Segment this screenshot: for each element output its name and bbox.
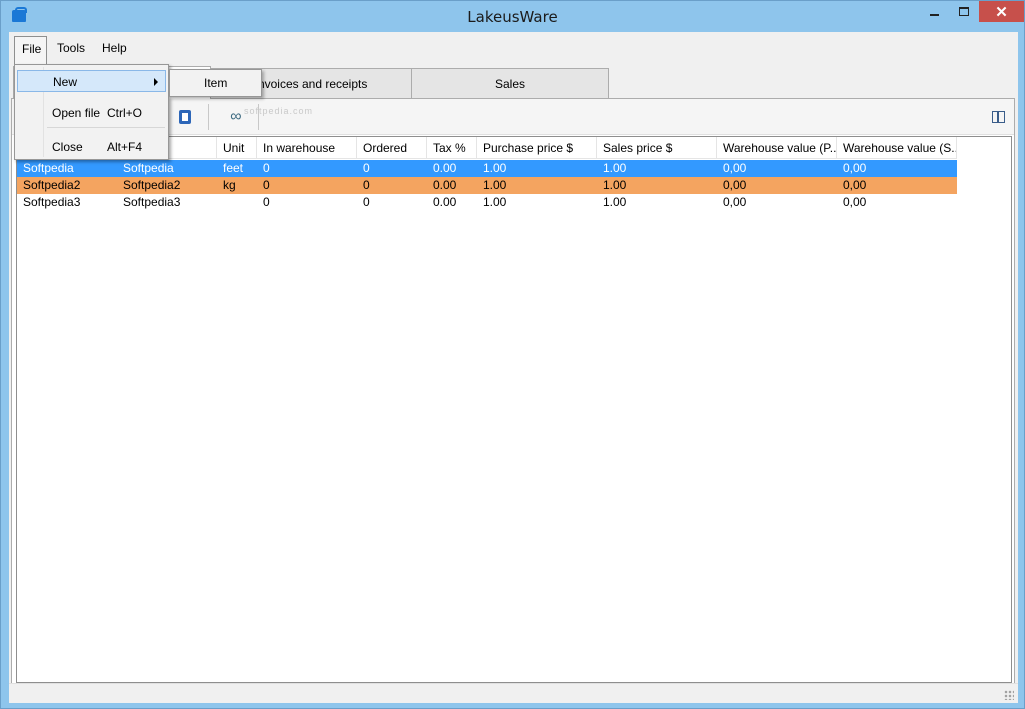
main-window: LakeusWare ✕ File Tools Help Invoices an… <box>0 0 1025 709</box>
table-cell: Softpedia2 <box>23 178 81 192</box>
table-cell: Softpedia3 <box>23 195 81 209</box>
column-header[interactable]: Warehouse value (P... <box>717 137 837 159</box>
table-row[interactable]: Softpedia3 Softpedia3 0 0 0.00 1.00 1.00… <box>17 194 957 211</box>
table-cell: Softpedia <box>123 161 174 175</box>
table-cell: feet <box>223 161 244 175</box>
view-button[interactable]: ∞ <box>224 106 246 128</box>
menu-item-open-file[interactable]: Open file Ctrl+O <box>17 102 166 124</box>
table-cell: kg <box>223 178 236 192</box>
minimize-button[interactable] <box>921 1 948 22</box>
column-header[interactable]: In warehouse <box>257 137 357 159</box>
table-cell: 0 <box>363 178 370 192</box>
table-cell: 1.00 <box>483 195 507 209</box>
items-panel: ∞ softpedia.com n Unit In warehouse Orde… <box>11 98 1015 685</box>
table-cell: 0 <box>363 161 370 175</box>
table-cell: 1.00 <box>603 178 627 192</box>
menu-separator <box>47 127 165 128</box>
table-cell: 0.00 <box>433 161 457 175</box>
watermark: softpedia.com <box>244 106 314 116</box>
submenu-item-item[interactable]: Item <box>204 76 227 90</box>
table-cell <box>217 194 257 211</box>
table-cell: 1.00 <box>483 178 507 192</box>
menu-item-new[interactable]: New <box>17 70 166 92</box>
menu-help[interactable]: Help <box>95 36 134 60</box>
window-title: LakeusWare <box>467 8 558 26</box>
column-header[interactable]: Tax % <box>427 137 477 159</box>
column-header[interactable]: Purchase price $ <box>477 137 597 159</box>
menu-bar: File Tools Help <box>9 32 1018 65</box>
items-grid[interactable]: n Unit In warehouse Ordered Tax % Purcha… <box>16 136 1012 683</box>
tab-sales[interactable]: Sales <box>411 68 609 99</box>
table-cell: 0 <box>263 178 270 192</box>
size-grip-icon[interactable] <box>1004 690 1014 700</box>
table-cell: 0,00 <box>843 195 867 209</box>
table-row[interactable]: Softpedia2 Softpedia2 kg 0 0 0.00 1.00 1… <box>17 177 957 194</box>
table-cell: 1.00 <box>603 195 627 209</box>
table-cell: 0.00 <box>433 178 457 192</box>
status-bar <box>9 683 1018 703</box>
minimize-icon <box>930 13 939 16</box>
table-row[interactable]: Softpedia Softpedia feet 0 0 0.00 1.00 1… <box>17 160 957 177</box>
table-cell: 0,00 <box>843 161 867 175</box>
table-cell: 0,00 <box>723 161 747 175</box>
menu-tools[interactable]: Tools <box>50 36 92 60</box>
close-icon: ✕ <box>995 3 1008 21</box>
table-cell: 0 <box>363 195 370 209</box>
file-menu-dropdown: New Open file Ctrl+O Close Alt+F4 <box>14 64 169 160</box>
close-button[interactable]: ✕ <box>979 1 1024 22</box>
column-header[interactable]: Warehouse value (S... <box>837 137 957 159</box>
document-icon <box>179 110 191 124</box>
menu-item-shortcut: Ctrl+O <box>107 106 143 120</box>
table-cell: 1.00 <box>603 161 627 175</box>
table-cell: 0,00 <box>723 195 747 209</box>
menu-item-close[interactable]: Close Alt+F4 <box>17 136 166 158</box>
menu-item-label: New <box>53 75 78 89</box>
table-cell: Softpedia2 <box>123 178 181 192</box>
new-submenu: Item <box>169 69 262 97</box>
glasses-icon: ∞ <box>230 108 241 125</box>
document-button[interactable] <box>174 106 196 128</box>
table-cell: 0,00 <box>723 178 747 192</box>
maximize-button[interactable] <box>950 1 977 22</box>
table-cell: 0 <box>263 161 270 175</box>
table-cell: 1.00 <box>483 161 507 175</box>
title-bar[interactable]: LakeusWare ✕ <box>1 1 1024 32</box>
menu-item-label: Open file <box>52 106 101 120</box>
columns-button[interactable] <box>987 106 1009 128</box>
menu-file[interactable]: File <box>14 36 47 65</box>
column-header[interactable]: Ordered <box>357 137 427 159</box>
column-header[interactable]: Sales price $ <box>597 137 717 159</box>
menu-item-label: Close <box>52 140 83 154</box>
table-cell: 0.00 <box>433 195 457 209</box>
columns-icon <box>991 111 1005 123</box>
maximize-icon <box>958 7 969 16</box>
table-cell: Softpedia3 <box>123 195 181 209</box>
submenu-arrow-icon <box>154 78 158 86</box>
toolbar-separator <box>208 104 209 130</box>
menu-item-shortcut: Alt+F4 <box>107 140 143 154</box>
table-cell: Softpedia <box>23 161 74 175</box>
column-header[interactable]: Unit <box>217 137 257 159</box>
table-cell: 0,00 <box>843 178 867 192</box>
table-cell: 0 <box>263 195 270 209</box>
